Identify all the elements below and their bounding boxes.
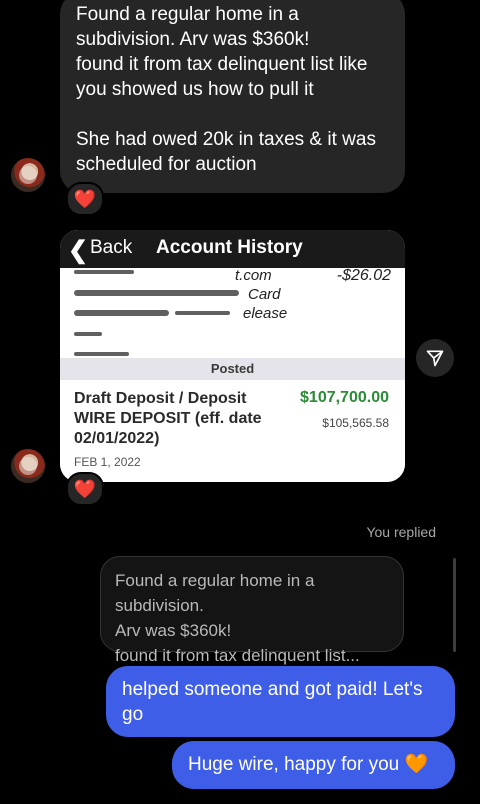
avatar-figure bbox=[19, 166, 37, 184]
received-message-line: She had owed 20k in taxes & it was bbox=[76, 129, 376, 150]
posted-label: Posted bbox=[210, 361, 255, 376]
posted-section-header: Posted bbox=[60, 358, 405, 380]
sent-message-text: Huge wire, happy for you 🧡 bbox=[188, 754, 429, 775]
pending-fragment: elease bbox=[243, 305, 288, 322]
received-message-line: scheduled for auction bbox=[76, 154, 257, 175]
quoted-message[interactable]: Found a regular home in a subdivision. A… bbox=[100, 556, 404, 690]
redaction-scribble bbox=[74, 290, 239, 296]
received-message-line: found it from tax delinquent list like bbox=[76, 54, 368, 75]
redaction-scribble bbox=[175, 311, 230, 315]
chevron-left-icon: ❮ bbox=[68, 237, 89, 264]
message-reaction[interactable]: ❤️ bbox=[66, 182, 104, 216]
pending-amount: -$26.02 bbox=[336, 268, 391, 284]
transaction-date: FEB 1, 2022 bbox=[74, 455, 141, 469]
received-message-line: subdivision. Arv was $360k! bbox=[76, 29, 310, 50]
share-button[interactable] bbox=[416, 339, 454, 377]
received-message-line bbox=[76, 102, 389, 127]
sent-message-text: helped someone and got paid! Let's go bbox=[122, 679, 423, 725]
quoted-line: Found a regular home in a subdivision. bbox=[115, 571, 315, 615]
received-message-line: Found a regular home in a bbox=[76, 4, 299, 25]
heart-icon: ❤️ bbox=[73, 189, 97, 209]
back-label: Back bbox=[90, 237, 133, 258]
sent-message-bubble[interactable]: Huge wire, happy for you 🧡 bbox=[172, 741, 455, 789]
transaction-amount: $107,700.00 bbox=[300, 389, 389, 406]
screenshot-header: ❮ Back Account History bbox=[60, 230, 405, 268]
redaction-scribble bbox=[74, 352, 129, 356]
shared-screenshot[interactable]: ❮ Back Account History t.com -$26.02 Car… bbox=[60, 230, 405, 482]
send-arrow-icon bbox=[426, 350, 444, 367]
received-message-line: you showed us how to pull it bbox=[76, 79, 314, 100]
transaction-row: Draft Deposit / Deposit WIRE DEPOSIT (ef… bbox=[60, 380, 405, 482]
you-replied-label: You replied bbox=[366, 524, 436, 540]
received-message-bubble[interactable]: Found a regular home in a subdivision. A… bbox=[60, 0, 405, 193]
heart-icon: ❤️ bbox=[73, 479, 97, 499]
redaction-scribble bbox=[74, 270, 134, 274]
sender-avatar[interactable] bbox=[11, 158, 45, 192]
sent-message-bubble[interactable]: helped someone and got paid! Let's go bbox=[106, 666, 455, 737]
transaction-balance: $105,565.58 bbox=[322, 416, 389, 430]
avatar-figure bbox=[19, 457, 37, 475]
sender-avatar[interactable] bbox=[11, 449, 45, 483]
redaction-scribble bbox=[74, 310, 169, 316]
account-history-title: Account History bbox=[156, 237, 303, 258]
reply-thread-line bbox=[453, 558, 456, 652]
redaction-scribble bbox=[74, 332, 102, 336]
quoted-line: Arv was $360k! bbox=[115, 621, 232, 640]
pending-fragment: Card bbox=[248, 286, 281, 303]
pending-fragment: t.com bbox=[235, 268, 272, 284]
screenshot-reaction[interactable]: ❤️ bbox=[66, 472, 104, 506]
transaction-description: Draft Deposit / Deposit WIRE DEPOSIT (ef… bbox=[74, 390, 262, 447]
